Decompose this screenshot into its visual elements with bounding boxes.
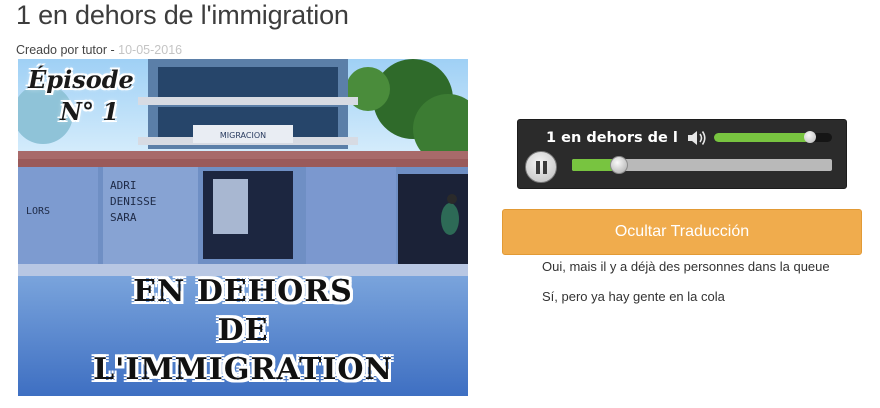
episode-label: Épisode [28, 65, 134, 94]
episode-number: N° 1 [60, 97, 119, 126]
pause-button[interactable] [525, 151, 557, 183]
track-title: 1 en dehors de l'immigration [546, 130, 678, 146]
spanish-translation-line: Sí, pero ya hay gente en la cola [542, 289, 725, 304]
seek-slider[interactable] [572, 156, 832, 174]
author-label: Creado por tutor - [16, 43, 115, 57]
seek-handle[interactable] [609, 156, 628, 174]
episode-cover-image: MIGRACION ADRI DENISSE SARA LORS Épisode… [18, 59, 468, 396]
page-title: 1 en dehors de l'immigration [16, 0, 349, 30]
audio-player: 1 en dehors de l'immigration [517, 119, 847, 189]
svg-text:LORS: LORS [26, 206, 50, 217]
volume-icon[interactable] [686, 129, 708, 147]
volume-level [714, 133, 810, 142]
volume-handle[interactable] [803, 131, 816, 143]
building-sign: MIGRACION [220, 131, 266, 140]
hide-translation-button[interactable]: Ocultar Traducción [502, 209, 862, 255]
cover-title-line-2: DE [217, 313, 269, 348]
byline: Creado por tutor - 10-05-2016 [16, 43, 182, 57]
french-transcript-line: Oui, mais il y a déjà des personnes dans… [542, 259, 830, 274]
publish-date: 10-05-2016 [118, 43, 183, 57]
pause-icon [536, 161, 547, 174]
cover-title-line-1: EN DEHORS [133, 274, 353, 309]
svg-text:DENISSE: DENISSE [110, 195, 156, 208]
cover-title-line-3: L'IMMIGRATION [93, 352, 393, 387]
graffiti: ADRI [110, 179, 137, 192]
svg-text:SARA: SARA [110, 211, 137, 224]
volume-slider[interactable] [714, 131, 832, 143]
